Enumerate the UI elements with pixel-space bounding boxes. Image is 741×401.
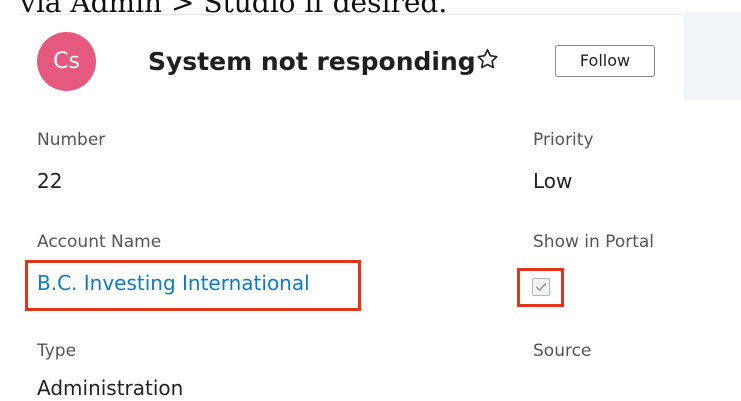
avatar-initials: Cs	[53, 49, 80, 74]
header-side-panel	[684, 12, 741, 100]
type-value: Administration	[37, 376, 184, 400]
show-in-portal-label: Show in Portal	[533, 232, 655, 252]
account-name-link[interactable]: B.C. Investing International	[37, 271, 310, 295]
priority-value: Low	[533, 169, 573, 193]
number-label: Number	[37, 130, 106, 150]
star-icon[interactable]	[475, 47, 500, 72]
page-caption: via Admin > Studio if desired.	[20, 0, 448, 19]
record-title: System not responding	[148, 47, 476, 76]
number-value: 22	[37, 169, 63, 193]
avatar: Cs	[37, 32, 96, 91]
checkmark-icon	[535, 283, 547, 291]
show-in-portal-checkbox[interactable]	[532, 278, 550, 296]
top-divider	[20, 14, 682, 15]
priority-label: Priority	[533, 130, 594, 150]
follow-button[interactable]: Follow	[555, 45, 655, 77]
account-name-label: Account Name	[37, 232, 162, 252]
source-label: Source	[533, 341, 592, 361]
type-label: Type	[37, 341, 77, 361]
